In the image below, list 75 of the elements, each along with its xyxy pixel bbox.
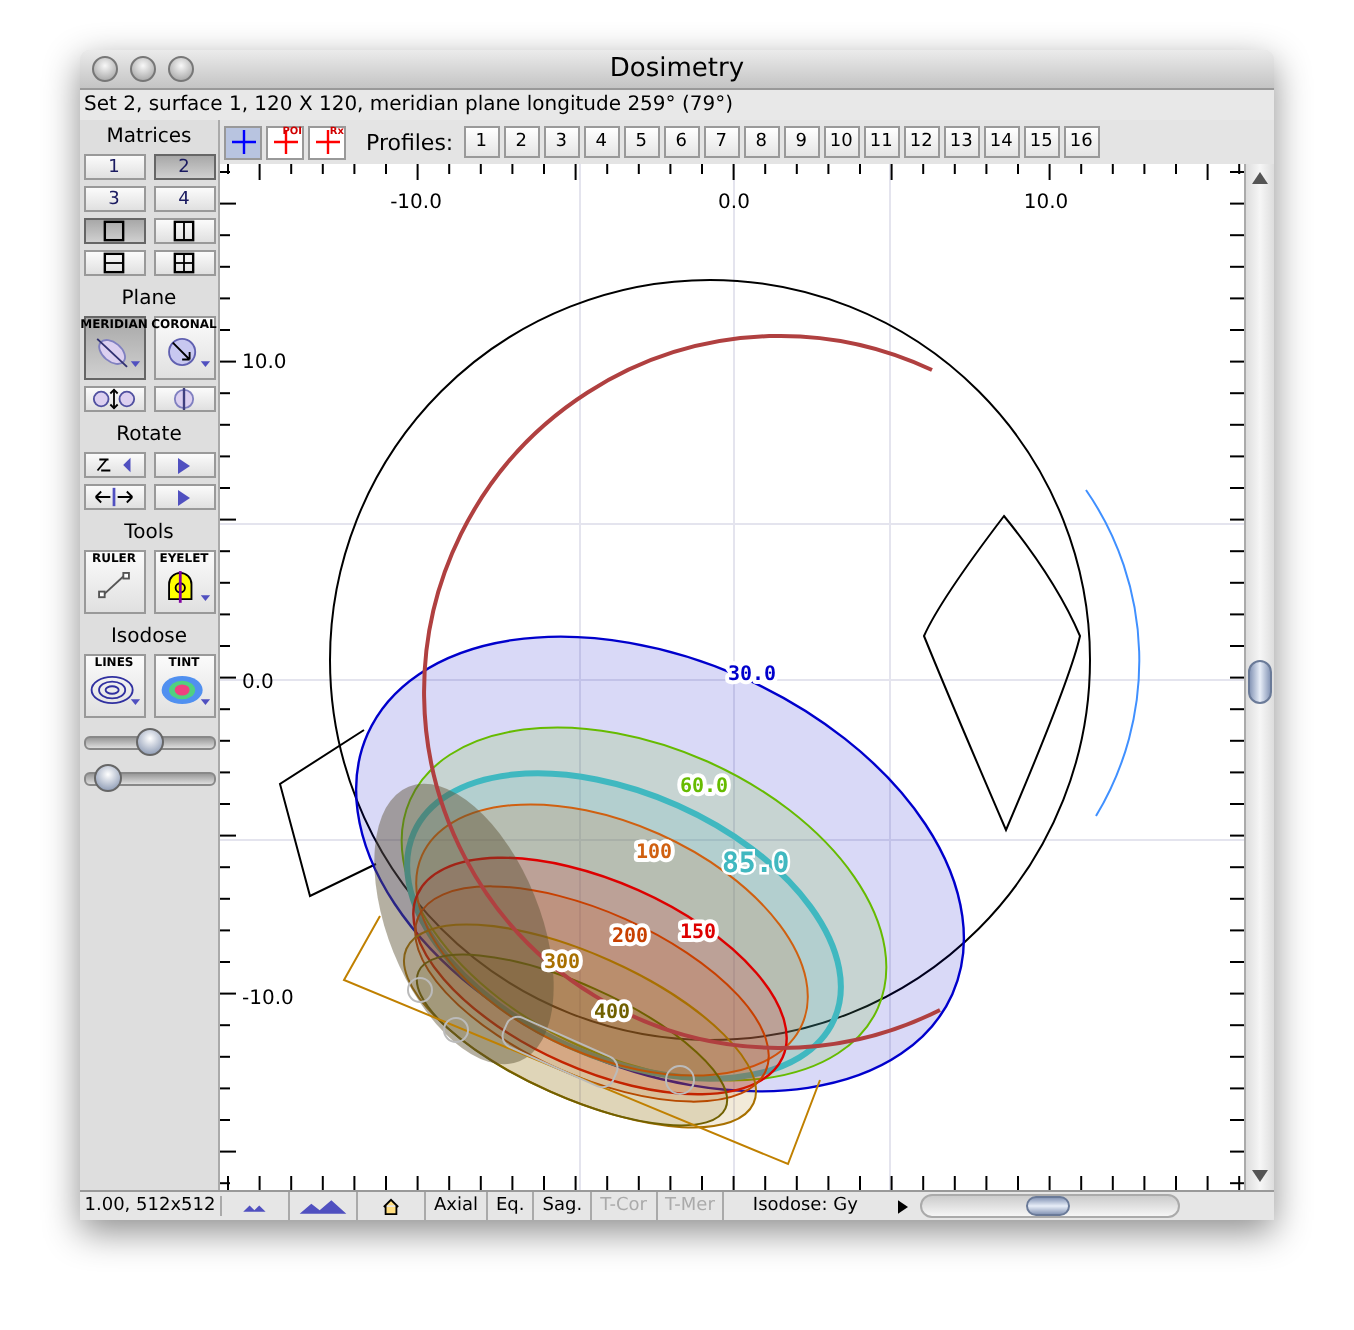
zoom-readout: 1.00, 512x512 [80, 1196, 222, 1216]
icon-button[interactable] [153, 484, 215, 510]
home-icon [382, 1197, 400, 1215]
slider-thumb[interactable] [93, 764, 121, 792]
close-button[interactable] [92, 56, 118, 82]
flip-icon [90, 486, 138, 508]
profile-button[interactable]: 15 [1023, 126, 1060, 158]
profile-button[interactable]: 13 [943, 126, 980, 158]
minimize-button[interactable] [130, 56, 156, 82]
icon-button[interactable] [83, 250, 145, 276]
scroll-thumb[interactable] [1248, 660, 1272, 704]
contour-lines-icon [86, 672, 142, 708]
matrix-button[interactable]: 2 [153, 154, 215, 180]
view-button[interactable]: Eq. [488, 1192, 535, 1220]
profile-button[interactable]: 3 [543, 126, 580, 158]
section-heading: Tools [124, 520, 174, 548]
profile-button[interactable]: 6 [663, 126, 700, 158]
vertical-scrollbar[interactable] [1244, 164, 1274, 1190]
scroll-thumb[interactable] [1025, 1196, 1070, 1216]
icon-button[interactable] [83, 484, 145, 510]
isodose-label: 60.0 [680, 776, 729, 798]
section-heading: Rotate [116, 422, 182, 450]
icon-button[interactable] [153, 452, 215, 478]
zoom-button[interactable] [168, 56, 194, 82]
y-axis-label: -10.0 [242, 988, 294, 1010]
matrix-button[interactable]: 1 [83, 154, 145, 180]
view-button[interactable]: Axial [426, 1192, 488, 1220]
profile-button[interactable]: 12 [903, 126, 940, 158]
window-title: Dosimetry [609, 54, 745, 84]
x-axis-label: 0.0 [718, 192, 750, 214]
matrix-button[interactable]: 3 [83, 186, 145, 212]
crosshair-icon [231, 130, 255, 154]
y-axis-label: 0.0 [242, 672, 274, 694]
icon-button[interactable] [83, 452, 145, 478]
menu-arrow-icon [897, 1199, 908, 1213]
icon-button[interactable] [83, 218, 145, 244]
icon-button[interactable] [153, 218, 215, 244]
profile-button[interactable]: 5 [623, 126, 660, 158]
matrix-button[interactable]: 4 [153, 186, 215, 212]
profile-button[interactable]: 11 [863, 126, 900, 158]
section-heading: Isodose [110, 624, 188, 652]
isodose-label: 150 [680, 922, 717, 944]
scroll-up-arrow[interactable] [1252, 172, 1268, 184]
two-circles-arrow-icon [90, 388, 138, 410]
icon-button[interactable] [83, 386, 145, 412]
profile-button[interactable]: 8 [743, 126, 780, 158]
view-button[interactable]: Sag. [534, 1192, 593, 1220]
profile-button[interactable]: 2 [503, 126, 540, 158]
crosshair-icon [273, 130, 297, 154]
profile-button[interactable]: 7 [703, 126, 740, 158]
x-axis-label: 10.0 [1023, 192, 1069, 214]
x-axis-label: -10.0 [390, 192, 442, 214]
isodose-label: 100 [636, 842, 673, 864]
section-heading: Plane [121, 286, 177, 314]
slider-thumb[interactable] [135, 728, 163, 756]
profile-button[interactable]: 14 [983, 126, 1020, 158]
isodose-label: 200 [612, 926, 649, 948]
profile-button[interactable]: 1 [463, 126, 500, 158]
crosshair-tool-button[interactable] [224, 125, 262, 159]
profile-button[interactable]: 10 [823, 126, 860, 158]
isodose-label: 400 [594, 1002, 631, 1024]
crosshair-icon [315, 130, 339, 154]
y-axis-label: 10.0 [242, 352, 287, 374]
horizontal-scrollbar[interactable] [919, 1194, 1180, 1218]
peaks-icon [239, 1199, 271, 1213]
profiles-label: Profiles: [366, 129, 454, 155]
peaks-icon [298, 1197, 348, 1215]
isodose-units-menu[interactable]: Isodose: Gy [752, 1196, 858, 1216]
profile-button[interactable]: 9 [783, 126, 820, 158]
section-heading: Matrices [106, 124, 192, 152]
icon-button[interactable] [153, 386, 215, 412]
icon-button[interactable] [153, 250, 215, 276]
profile-button[interactable]: 4 [583, 126, 620, 158]
profile-button[interactable]: 16 [1063, 126, 1100, 158]
tint-icon [156, 672, 212, 708]
